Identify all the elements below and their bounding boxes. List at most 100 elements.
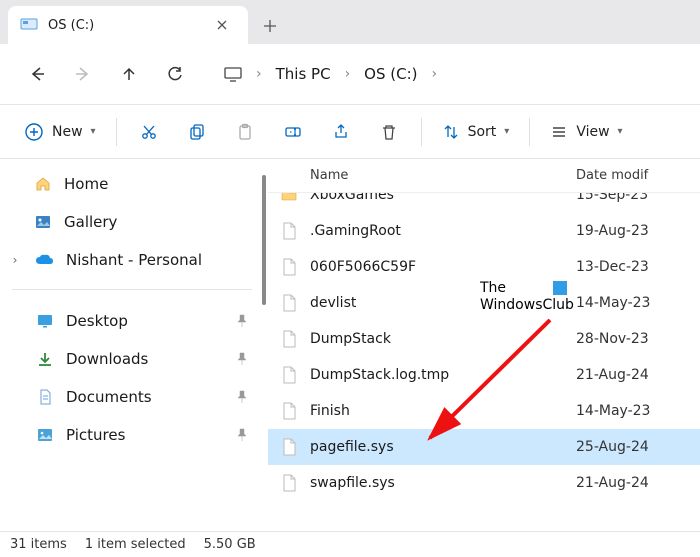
status-bar: 31 items 1 item selected 5.50 GB: [0, 531, 700, 557]
copy-icon: [188, 123, 206, 141]
toolbar: New ▾ Sort ▾: [0, 105, 700, 159]
file-row[interactable]: .GamingRoot 19-Aug-23: [268, 213, 700, 249]
sidebar-item-label: Nishant - Personal: [66, 251, 202, 269]
share-icon: [332, 123, 350, 141]
folder-icon: [268, 193, 310, 204]
file-name: Finish: [310, 403, 568, 419]
sort-button-label: Sort: [468, 124, 497, 140]
content-area: Home Gallery › Nishant - Personal Deskto…: [0, 159, 700, 531]
file-row[interactable]: swapfile.sys 21-Aug-24: [268, 465, 700, 501]
file-icon: [268, 258, 310, 276]
new-button-label: New: [52, 124, 83, 140]
onedrive-icon: [34, 253, 54, 267]
sidebar-divider: [12, 289, 252, 290]
up-button[interactable]: [110, 55, 148, 93]
gallery-icon: [34, 213, 52, 231]
drive-icon: [20, 16, 38, 34]
sidebar-item-label: Gallery: [64, 213, 117, 231]
tab-close-button[interactable]: [208, 11, 236, 39]
file-row[interactable]: DumpStack 28-Nov-23: [268, 321, 700, 357]
file-name: pagefile.sys: [310, 439, 568, 455]
trash-icon: [380, 123, 398, 141]
forward-button[interactable]: [64, 55, 102, 93]
chevron-right-icon[interactable]: ›: [6, 253, 24, 267]
file-date: 28-Nov-23: [568, 331, 700, 347]
view-list-icon: [550, 123, 568, 141]
sidebar: Home Gallery › Nishant - Personal Deskto…: [0, 159, 268, 531]
file-date: 21-Aug-24: [568, 475, 700, 491]
pc-icon[interactable]: [218, 55, 248, 93]
file-row[interactable]: XboxGames 15-Sep-23: [268, 193, 700, 213]
watermark-line1: The: [480, 280, 506, 296]
desktop-icon: [36, 312, 54, 330]
rename-icon: [284, 123, 302, 141]
file-icon: [268, 438, 310, 456]
status-item-count: 31 items: [10, 537, 67, 552]
column-header-name[interactable]: Name: [268, 168, 568, 183]
new-tab-button[interactable]: [252, 8, 288, 44]
breadcrumb: › This PC › OS (C:) ›: [218, 55, 439, 93]
pin-icon: [236, 428, 248, 442]
share-button[interactable]: [319, 112, 363, 152]
sidebar-item-label: Downloads: [66, 350, 148, 368]
sort-button[interactable]: Sort ▾: [432, 112, 520, 152]
file-name: 060F5066C59F: [310, 259, 568, 275]
file-date: 15-Sep-23: [568, 193, 700, 203]
new-button[interactable]: New ▾: [14, 112, 106, 152]
file-name: .GamingRoot: [310, 223, 568, 239]
watermark: The WindowsClub: [480, 280, 574, 314]
sidebar-scrollbar[interactable]: [260, 159, 268, 531]
separator: [116, 118, 117, 146]
chevron-right-icon: ›: [430, 66, 440, 82]
back-button[interactable]: [18, 55, 56, 93]
file-date: 13-Dec-23: [568, 259, 700, 275]
column-headers: Name Date modif: [268, 159, 700, 193]
sidebar-item-pictures[interactable]: Pictures: [6, 416, 258, 454]
nav-bar: › This PC › OS (C:) ›: [0, 44, 700, 104]
tab-title: OS (C:): [48, 18, 208, 33]
view-button[interactable]: View ▾: [540, 112, 632, 152]
file-icon: [268, 330, 310, 348]
paste-icon: [236, 123, 254, 141]
sidebar-item-home[interactable]: Home: [24, 165, 258, 203]
delete-button[interactable]: [367, 112, 411, 152]
file-row[interactable]: Finish 14-May-23: [268, 393, 700, 429]
sidebar-item-downloads[interactable]: Downloads: [6, 340, 258, 378]
breadcrumb-this-pc[interactable]: This PC: [270, 61, 337, 87]
cut-button[interactable]: [127, 112, 171, 152]
watermark-line2: WindowsClub: [480, 297, 574, 314]
file-row[interactable]: pagefile.sys 25-Aug-24: [268, 429, 700, 465]
scissors-icon: [140, 123, 158, 141]
status-size: 5.50 GB: [204, 537, 256, 552]
home-icon: [34, 175, 52, 193]
sidebar-item-nishant-personal[interactable]: Nishant - Personal: [24, 241, 258, 279]
file-icon: [268, 474, 310, 492]
file-name: swapfile.sys: [310, 475, 568, 491]
sidebar-item-desktop[interactable]: Desktop: [6, 302, 258, 340]
refresh-button[interactable]: [156, 55, 194, 93]
file-date: 25-Aug-24: [568, 439, 700, 455]
file-name: XboxGames: [310, 193, 568, 203]
column-header-date[interactable]: Date modif: [568, 168, 700, 183]
documents-icon: [36, 388, 54, 406]
separator: [529, 118, 530, 146]
rename-button[interactable]: [271, 112, 315, 152]
file-icon: [268, 402, 310, 420]
sidebar-item-gallery[interactable]: Gallery: [24, 203, 258, 241]
file-date: 21-Aug-24: [568, 367, 700, 383]
pin-icon: [236, 390, 248, 404]
tab-os-c[interactable]: OS (C:): [8, 6, 248, 44]
sidebar-item-documents[interactable]: Documents: [6, 378, 258, 416]
copy-button[interactable]: [175, 112, 219, 152]
chevron-right-icon: ›: [343, 66, 353, 82]
file-row[interactable]: DumpStack.log.tmp 21-Aug-24: [268, 357, 700, 393]
status-selection: 1 item selected: [85, 537, 186, 552]
paste-button[interactable]: [223, 112, 267, 152]
pin-icon: [236, 352, 248, 366]
file-date: 14-May-23: [568, 295, 700, 311]
sidebar-item-label: Home: [64, 175, 108, 193]
file-pane: ˄ Name Date modif XboxGames 15-Sep-23 .G…: [268, 159, 700, 531]
breadcrumb-os-c[interactable]: OS (C:): [358, 61, 423, 87]
plus-circle-icon: [24, 122, 44, 142]
file-name: DumpStack.log.tmp: [310, 367, 568, 383]
